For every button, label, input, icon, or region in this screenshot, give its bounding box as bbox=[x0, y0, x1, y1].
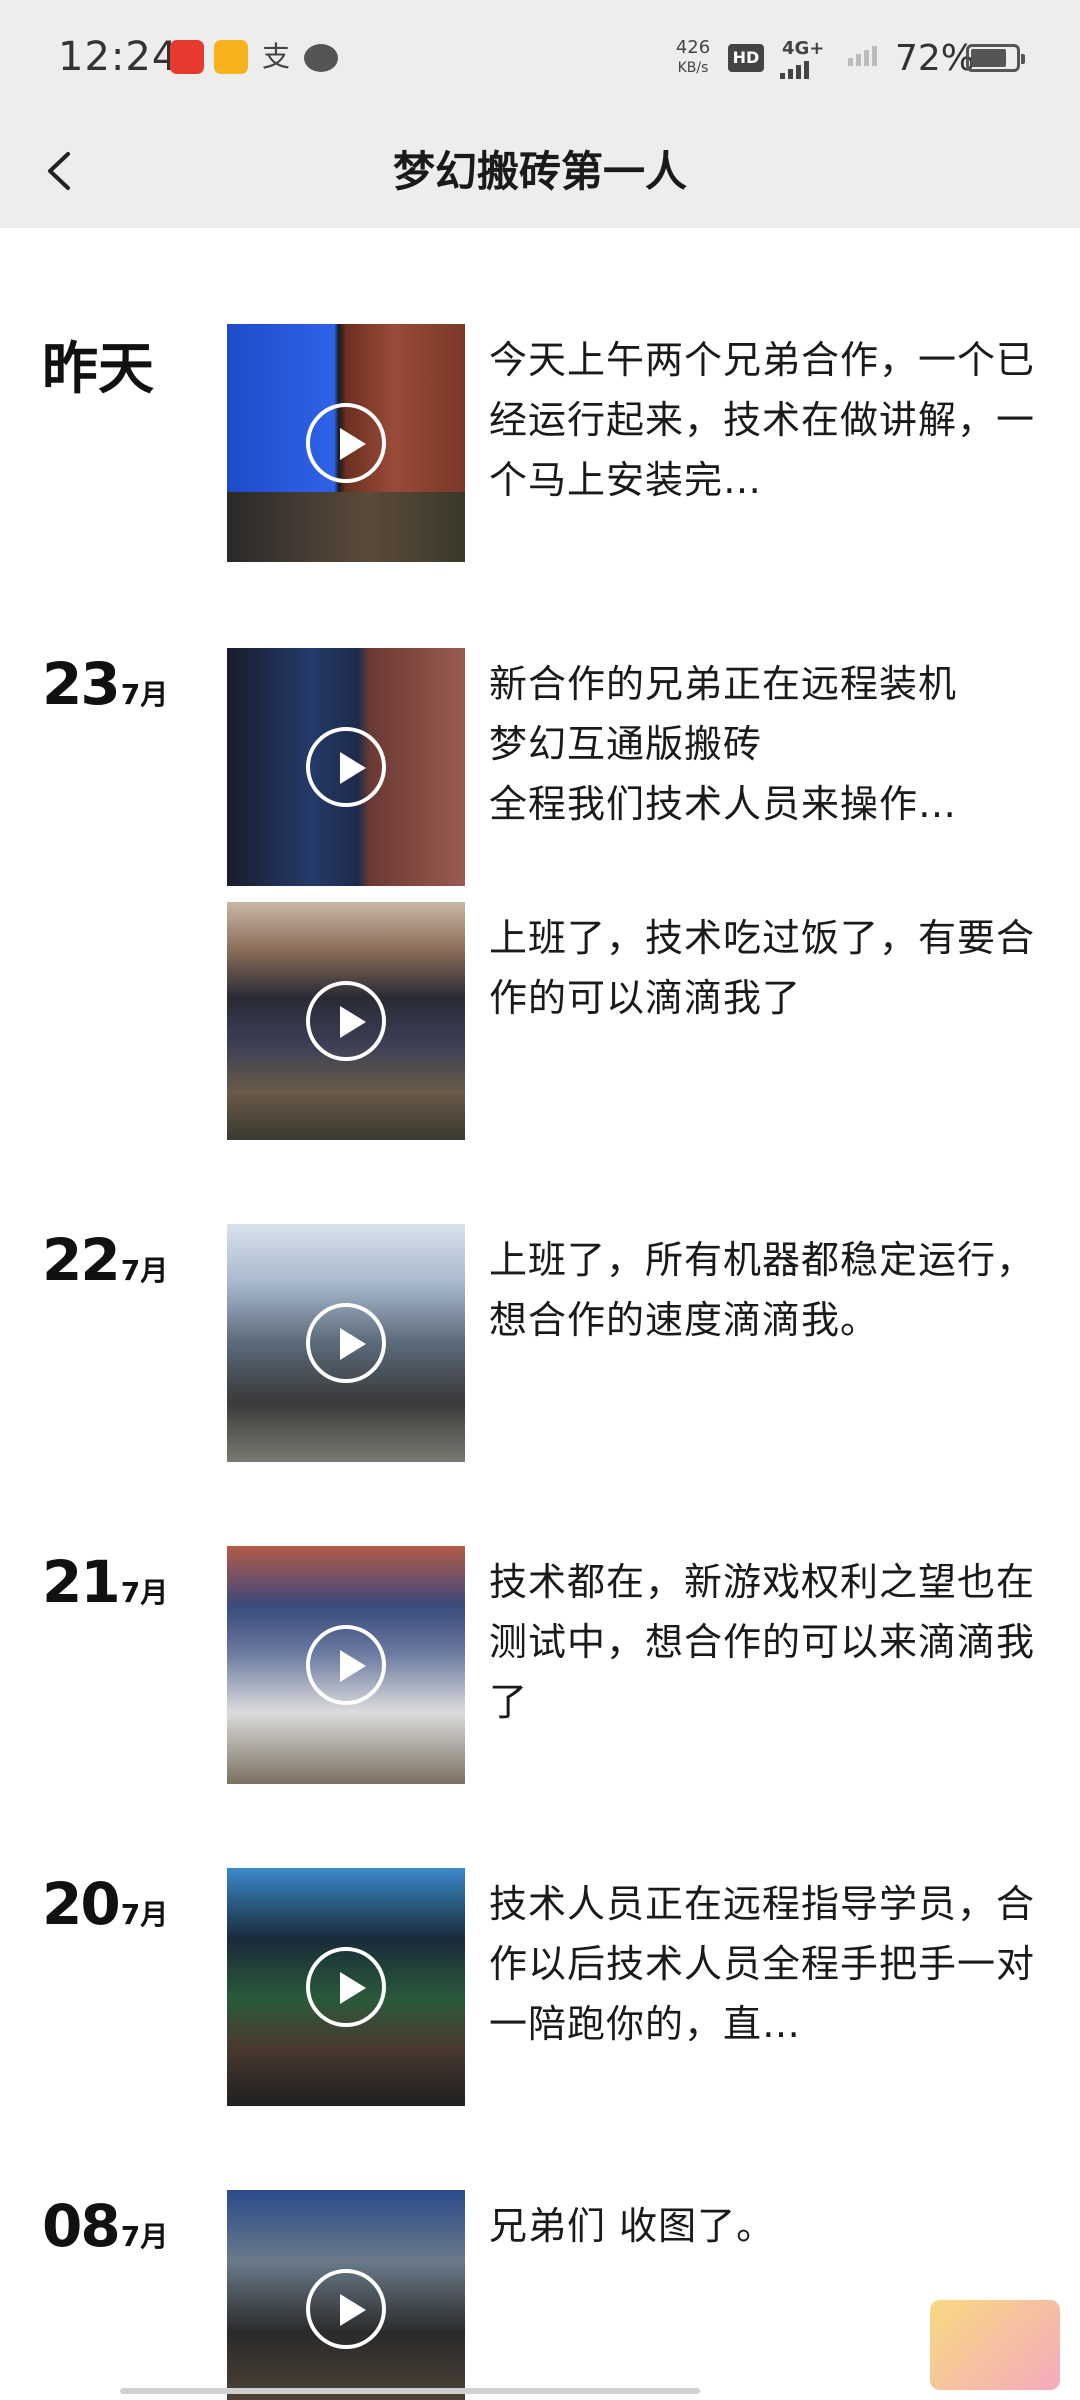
date-month: 7月 bbox=[120, 678, 169, 711]
signal-strength-secondary-icon bbox=[848, 46, 880, 66]
date-month: 7月 bbox=[120, 1898, 169, 1931]
date-day: 22 bbox=[42, 1226, 121, 1294]
play-icon bbox=[306, 981, 386, 1061]
feed-post[interactable]: 上班了，所有机器都稳定运行，想合作的速度滴滴我。 bbox=[227, 1224, 1047, 1462]
play-icon bbox=[306, 1947, 386, 2027]
play-icon bbox=[306, 2269, 386, 2349]
post-text: 今天上午两个兄弟合作，一个已经运行起来，技术在做讲解，一个马上安装完… bbox=[489, 338, 1036, 502]
network-speed: 426 KB/s bbox=[675, 37, 711, 77]
post-text: 上班了，技术吃过饭了，有要合作的可以滴滴我了 bbox=[489, 916, 1036, 1020]
date-day: 23 bbox=[42, 650, 121, 718]
message-notification-icon bbox=[304, 44, 338, 72]
video-thumbnail[interactable] bbox=[227, 1546, 465, 1784]
page-header: 梦幻搬砖第一人 bbox=[0, 120, 1080, 228]
date-label: 217月 bbox=[42, 1548, 168, 1616]
feed-post[interactable]: 上班了，技术吃过饭了，有要合作的可以滴滴我了 bbox=[227, 902, 1047, 1140]
date-day: 21 bbox=[42, 1548, 121, 1616]
moments-feed: 昨天 今天上午两个兄弟合作，一个已经运行起来，技术在做讲解，一个马上安装完… 2… bbox=[0, 228, 1080, 2400]
video-thumbnail[interactable] bbox=[227, 2190, 465, 2400]
play-icon bbox=[306, 1303, 386, 1383]
date-label: 227月 bbox=[42, 1226, 168, 1294]
date-day: 08 bbox=[42, 2192, 121, 2260]
battery-percent: 72% bbox=[895, 38, 976, 79]
post-text: 上班了，所有机器都稳定运行，想合作的速度滴滴我。 bbox=[489, 1238, 1036, 1342]
feed-post[interactable]: 今天上午两个兄弟合作，一个已经运行起来，技术在做讲解，一个马上安装完… bbox=[227, 324, 1047, 562]
video-thumbnail[interactable] bbox=[227, 1868, 465, 2106]
alipay-notification-icon: 支 bbox=[262, 40, 291, 73]
post-text: 兄弟们 收图了。 bbox=[489, 2204, 776, 2248]
status-bar: 12:24 支 426 KB/s HD 4G+ 72% bbox=[0, 0, 1080, 120]
date-day: 20 bbox=[42, 1870, 121, 1938]
feed-post[interactable]: 技术都在，新游戏权利之望也在测试中，想合作的可以来滴滴我了 bbox=[227, 1546, 1047, 1784]
feed-post[interactable]: 新合作的兄弟正在远程装机 梦幻互通版搬砖 全程我们技术人员来操作… bbox=[227, 648, 1047, 886]
post-text: 技术人员正在远程指导学员，合作以后技术人员全程手把手一对一陪跑你的，直… bbox=[489, 1882, 1036, 2046]
date-label: 207月 bbox=[42, 1870, 168, 1938]
video-thumbnail[interactable] bbox=[227, 324, 465, 562]
feed-post[interactable]: 兄弟们 收图了。 bbox=[227, 2190, 1047, 2400]
mail-notification-icon bbox=[214, 40, 248, 74]
watermark-logo bbox=[930, 2300, 1060, 2390]
video-thumbnail[interactable] bbox=[227, 648, 465, 886]
hd-icon: HD bbox=[728, 44, 764, 72]
video-thumbnail[interactable] bbox=[227, 902, 465, 1140]
date-month: 7月 bbox=[120, 2220, 169, 2253]
play-icon bbox=[306, 403, 386, 483]
page-title: 梦幻搬砖第一人 bbox=[392, 147, 687, 196]
video-thumbnail[interactable] bbox=[227, 1224, 465, 1462]
status-time: 12:24 bbox=[58, 34, 179, 80]
post-text: 新合作的兄弟正在远程装机 梦幻互通版搬砖 全程我们技术人员来操作… bbox=[489, 662, 958, 826]
date-label: 087月 bbox=[42, 2192, 168, 2260]
network-type: 4G+ bbox=[782, 38, 825, 59]
scroll-indicator bbox=[120, 2388, 700, 2394]
play-icon bbox=[306, 1625, 386, 1705]
post-text: 技术都在，新游戏权利之望也在测试中，想合作的可以来滴滴我了 bbox=[489, 1560, 1036, 1724]
play-icon bbox=[306, 727, 386, 807]
battery-icon bbox=[966, 44, 1025, 72]
top-bar: 12:24 支 426 KB/s HD 4G+ 72% 梦幻搬砖第一人 bbox=[0, 0, 1080, 228]
feed-post[interactable]: 技术人员正在远程指导学员，合作以后技术人员全程手把手一对一陪跑你的，直… bbox=[227, 1868, 1047, 2106]
date-month: 7月 bbox=[120, 1254, 169, 1287]
date-label: 237月 bbox=[42, 650, 168, 718]
app-notification-icon bbox=[170, 40, 204, 74]
date-label-yesterday: 昨天 bbox=[42, 337, 154, 402]
date-month: 7月 bbox=[120, 1576, 169, 1609]
signal-strength-icon bbox=[780, 60, 812, 79]
